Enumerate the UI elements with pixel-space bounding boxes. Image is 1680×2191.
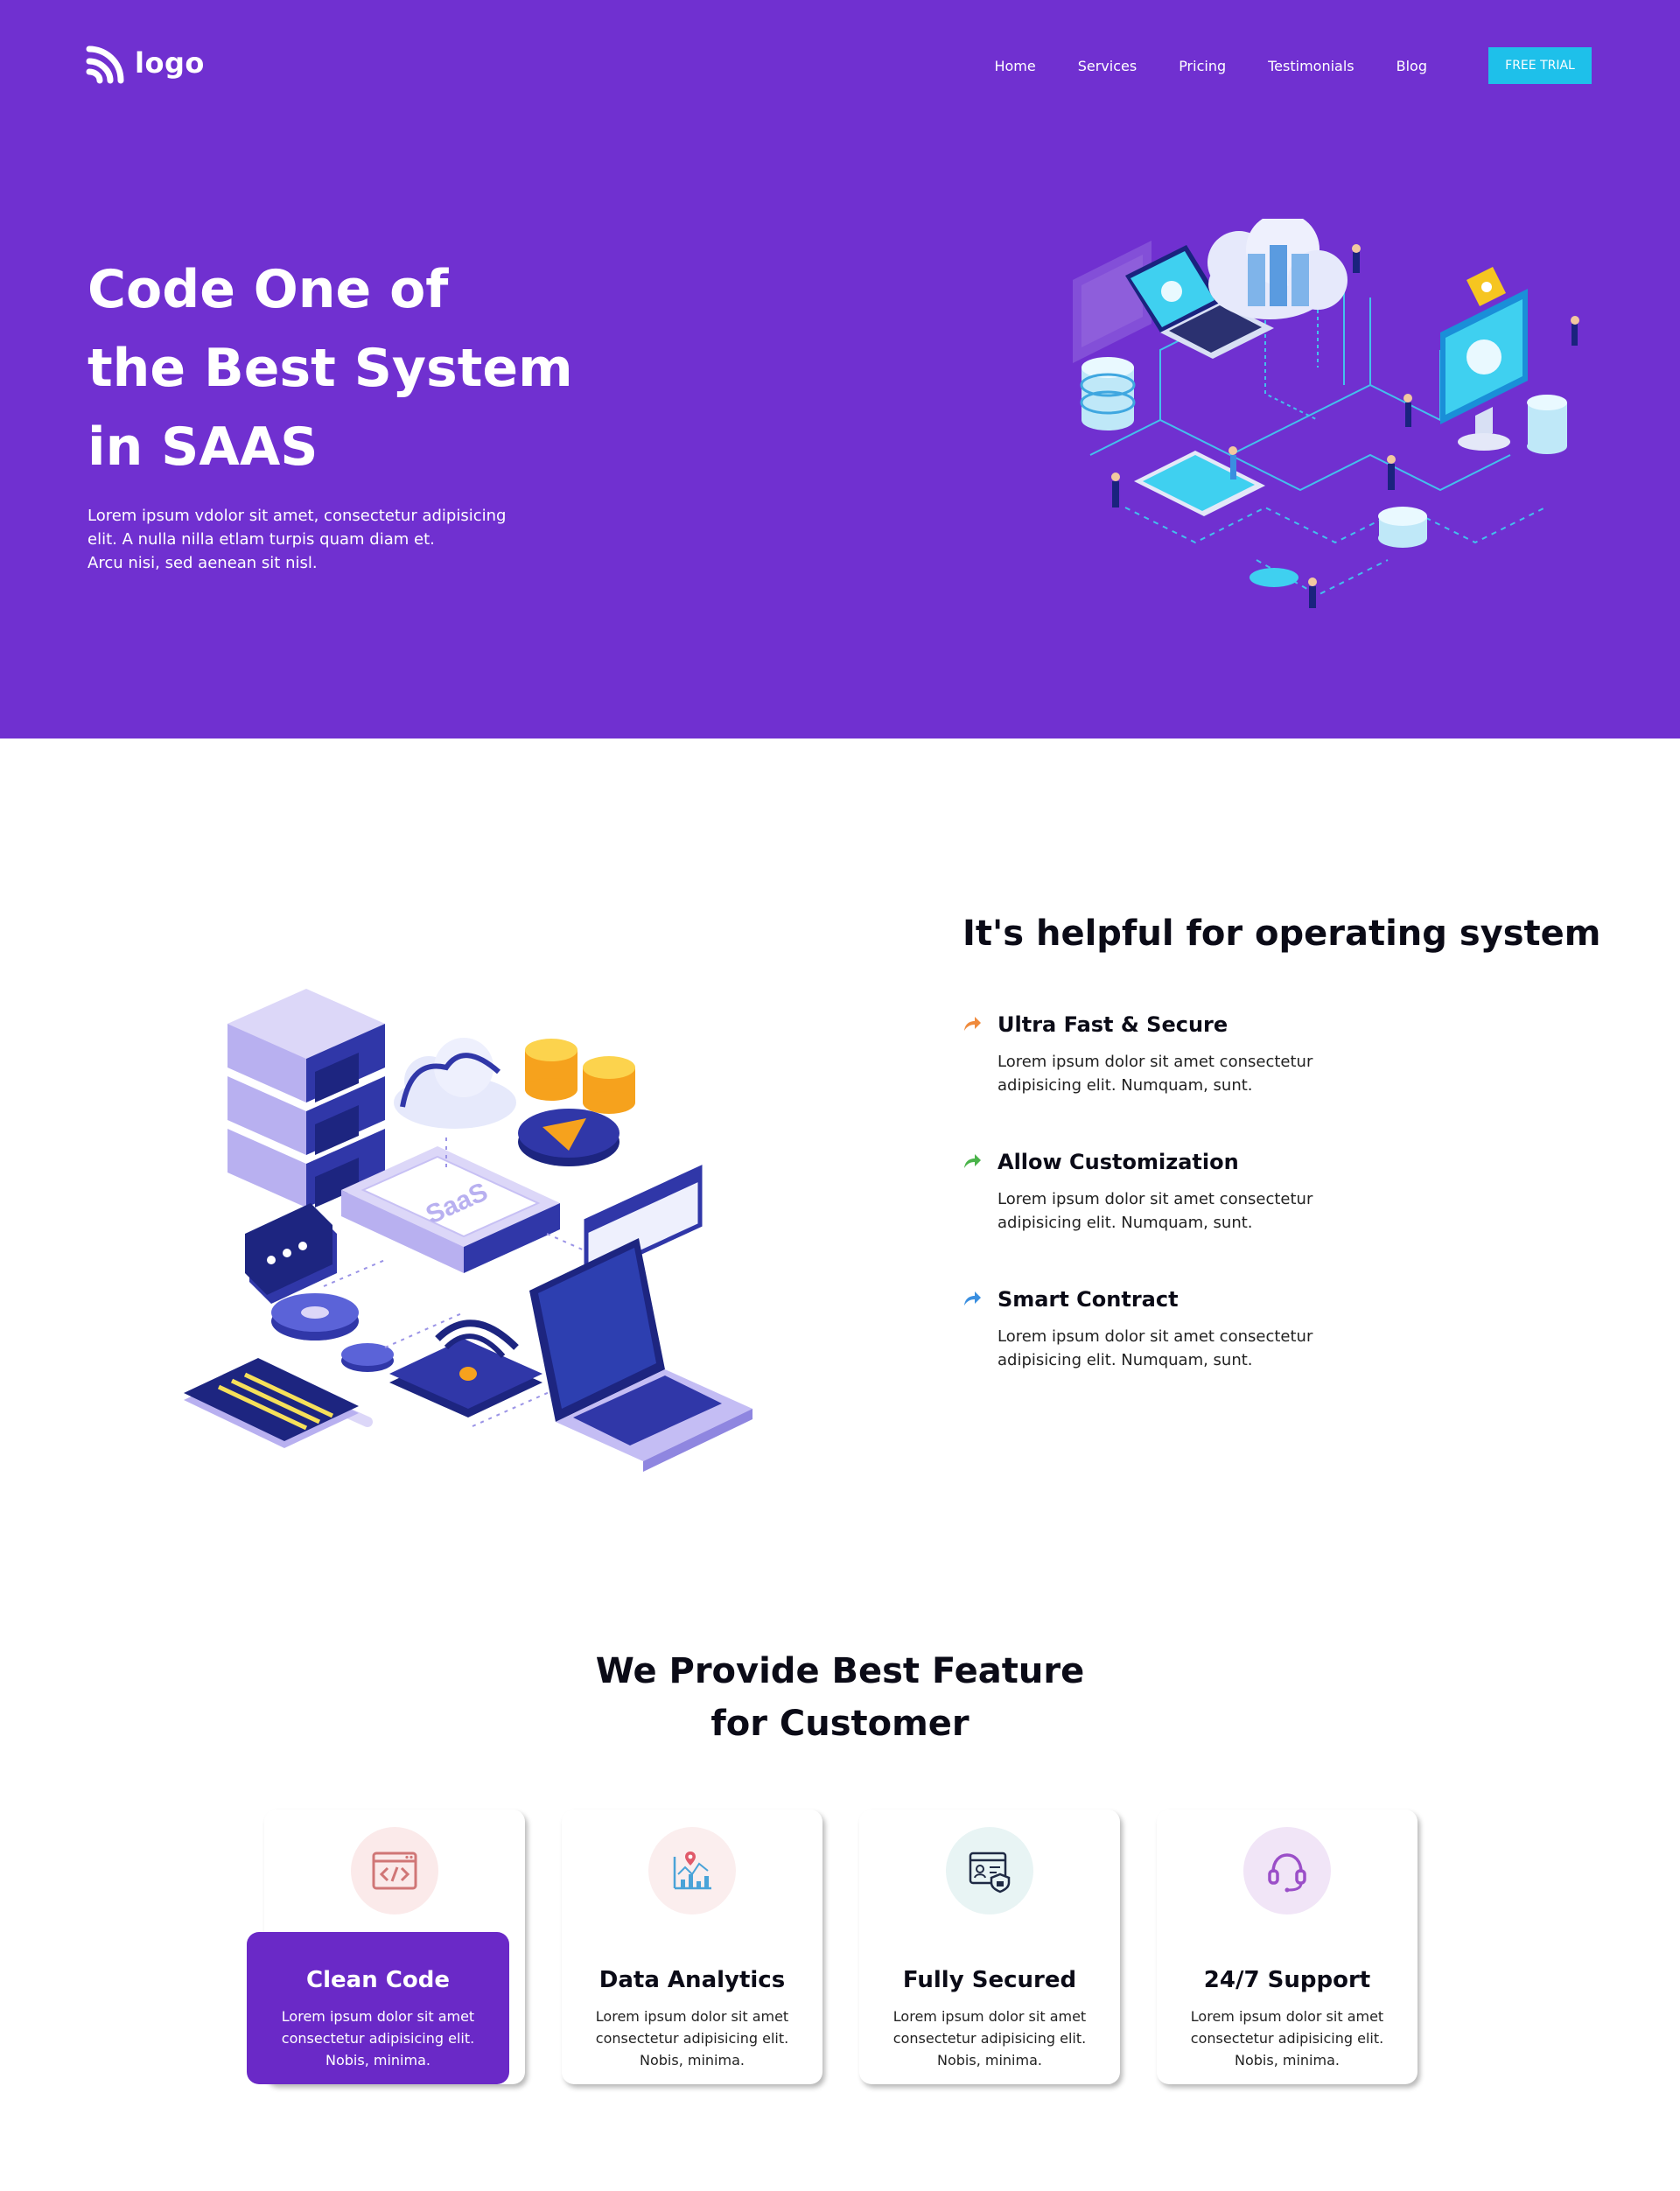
feature-text-line: Lorem ipsum dolor sit amet consectetur (998, 1327, 1313, 1346)
free-trial-button[interactable]: FREE TRIAL (1488, 47, 1592, 84)
service-card-fully-secured[interactable]: Fully Secured Lorem ipsum dolor sit amet… (859, 1810, 1120, 2084)
card-icon-circle (1243, 1827, 1331, 1914)
service-card-data-analytics[interactable]: Data Analytics Lorem ipsum dolor sit ame… (562, 1810, 822, 2084)
service-card-support[interactable]: 24/7 Support Lorem ipsum dolor sit amet … (1157, 1810, 1418, 2084)
hero-title-line: in SAAS (88, 416, 318, 478)
nav-link-blog[interactable]: Blog (1396, 58, 1427, 74)
card-text-line: consectetur adipisicing elit. (892, 2030, 1087, 2047)
hero-description-line: elit. A nulla nilla etlam turpis quam di… (88, 530, 435, 549)
hero-title: Code One of the Best System in SAAS (88, 250, 578, 486)
share-arrow-icon (964, 1292, 981, 1306)
share-arrow-icon (964, 1017, 981, 1031)
feature-item: Smart Contract Lorem ipsum dolor sit ame… (962, 1286, 1558, 1372)
hero-description-line: Arcu nisi, sed aenean sit nisl. (88, 554, 318, 572)
card-text: Lorem ipsum dolor sit amet consectetur a… (562, 2006, 822, 2071)
hero-title-line: the Best System (88, 338, 573, 399)
hero-description-line: Lorem ipsum vdolor sit amet, consectetur… (88, 507, 507, 525)
card-text-line: Nobis, minima. (326, 2052, 430, 2068)
feature-text-line: Lorem ipsum dolor sit amet consectetur (998, 1190, 1313, 1208)
nav-link-home[interactable]: Home (994, 58, 1035, 74)
card-body: Fully Secured Lorem ipsum dolor sit amet… (859, 1932, 1120, 2084)
feature-text: Lorem ipsum dolor sit amet consectetur a… (998, 1325, 1558, 1372)
card-title: Data Analytics (598, 1967, 786, 1993)
card-text: Lorem ipsum dolor sit amet consectetur a… (859, 2006, 1120, 2071)
services-title-line: We Provide Best Feature (595, 1651, 1085, 1691)
card-icon-circle (648, 1827, 736, 1914)
code-window-icon (372, 1852, 417, 1890)
nav-link-pricing[interactable]: Pricing (1179, 58, 1226, 74)
services-title: We Provide Best Feature for Customer (402, 1645, 1278, 1750)
card-text-line: Lorem ipsum dolor sit amet (892, 2008, 1087, 2025)
hero-title-line: Code One of (88, 259, 449, 320)
feature-title: Allow Customization (998, 1150, 1239, 1174)
headset-icon (1268, 1853, 1306, 1893)
saas-isometric-illustration: SaaS (184, 989, 752, 1472)
nav-link-services[interactable]: Services (1078, 58, 1137, 74)
secure-id-icon (969, 1852, 1011, 1894)
feature-text: Lorem ipsum dolor sit amet consectetur a… (998, 1050, 1558, 1097)
card-text-line: Lorem ipsum dolor sit amet (1190, 2008, 1384, 2025)
card-icon-circle (946, 1827, 1033, 1914)
card-text-line: Nobis, minima. (1235, 2052, 1340, 2068)
service-card-clean-code[interactable]: Clean Code Lorem ipsum dolor sit amet co… (247, 1810, 525, 2084)
share-arrow-icon (964, 1154, 981, 1168)
nav-link-testimonials[interactable]: Testimonials (1268, 58, 1354, 74)
card-text: Lorem ipsum dolor sit amet consectetur a… (1157, 2006, 1418, 2071)
feature-title: Smart Contract (998, 1287, 1179, 1312)
card-title: Clean Code (306, 1967, 450, 1993)
card-text: Lorem ipsum dolor sit amet consectetur a… (247, 2006, 509, 2071)
card-text-line: consectetur adipisicing elit. (595, 2030, 789, 2047)
services-title-line: for Customer (710, 1704, 970, 1744)
card-body: Clean Code Lorem ipsum dolor sit amet co… (247, 1932, 509, 2084)
card-text-line: consectetur adipisicing elit. (281, 2030, 475, 2047)
card-body: Data Analytics Lorem ipsum dolor sit ame… (562, 1932, 822, 2084)
about-title: It's helpful for operating system (962, 914, 1601, 954)
card-text-line: Lorem ipsum dolor sit amet (281, 2008, 475, 2025)
chart-pin-icon (673, 1852, 711, 1890)
feature-text-line: adipisicing elit. Numquam, sunt. (998, 1351, 1253, 1369)
feature-text-line: Lorem ipsum dolor sit amet consectetur (998, 1053, 1313, 1071)
card-icon-circle (351, 1827, 438, 1914)
card-text-line: Nobis, minima. (640, 2052, 745, 2068)
card-text-line: consectetur adipisicing elit. (1190, 2030, 1384, 2047)
logo[interactable]: logo (86, 42, 205, 84)
card-text-line: Lorem ipsum dolor sit amet (595, 2008, 789, 2025)
card-title: Fully Secured (902, 1967, 1077, 1993)
logo-mark-icon (86, 46, 124, 84)
main-nav: Home Services Pricing Testimonials Blog … (994, 47, 1592, 84)
feature-text-line: adipisicing elit. Numquam, sunt. (998, 1214, 1253, 1232)
hero-cloud-network-illustration (1073, 219, 1579, 608)
feature-text: Lorem ipsum dolor sit amet consectetur a… (998, 1187, 1558, 1235)
card-text-line: Nobis, minima. (937, 2052, 1042, 2068)
hero-description: Lorem ipsum vdolor sit amet, consectetur… (88, 504, 578, 575)
feature-item: Ultra Fast & Secure Lorem ipsum dolor si… (962, 1012, 1558, 1097)
feature-item: Allow Customization Lorem ipsum dolor si… (962, 1149, 1558, 1235)
card-body: 24/7 Support Lorem ipsum dolor sit amet … (1157, 1932, 1418, 2084)
hero-section: logo Home Services Pricing Testimonials … (0, 0, 1680, 738)
card-title: 24/7 Support (1203, 1967, 1371, 1993)
feature-text-line: adipisicing elit. Numquam, sunt. (998, 1076, 1253, 1095)
feature-title: Ultra Fast & Secure (998, 1012, 1228, 1037)
logo-text: logo (135, 46, 205, 80)
